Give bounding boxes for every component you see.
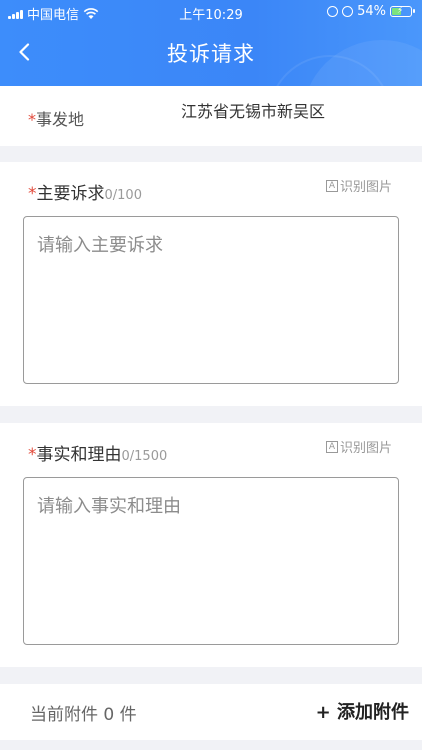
status-bar: 中国电信 上午10:29 54% ⚡ <box>0 0 422 24</box>
battery-icon: ⚡ <box>390 6 415 17</box>
location-section: *事发地 江苏省无锡市新吴区 <box>0 86 422 146</box>
main-request-counter: 0/100 <box>104 188 142 203</box>
text-recognition-icon: A <box>325 179 338 192</box>
location-value[interactable]: 江苏省无锡市新吴区 <box>181 98 325 122</box>
ocr-label: 识别图片 <box>339 441 392 456</box>
facts-label: *事实和理由0/1500 <box>28 440 167 465</box>
status-right: 54% ⚡ <box>327 4 415 19</box>
header: 中国电信 上午10:29 54% ⚡ 投诉请求 <box>0 0 422 86</box>
facts-label-text: 事实和理由 <box>36 445 122 465</box>
main-request-label-text: 主要诉求 <box>36 184 105 204</box>
charging-icon: ⚡ <box>397 6 404 16</box>
main-request-ocr-button[interactable]: A 识别图片 <box>325 176 392 195</box>
required-mark: * <box>28 184 37 204</box>
facts-input[interactable] <box>23 477 399 645</box>
required-mark: * <box>28 445 37 465</box>
location-label-text: 事发地 <box>36 110 85 129</box>
main-request-input[interactable] <box>23 216 399 384</box>
facts-ocr-button[interactable]: A 识别图片 <box>325 437 392 456</box>
attachments-section: 当前附件 0 件 + 添加附件 <box>0 684 422 740</box>
battery-percent: 54% <box>357 4 386 19</box>
page-title: 投诉请求 <box>167 42 255 66</box>
nav-bar: 投诉请求 <box>0 28 422 76</box>
required-mark: * <box>28 110 36 129</box>
main-request-label: *主要诉求0/100 <box>28 179 142 204</box>
main-request-section: *主要诉求0/100 A 识别图片 <box>0 162 422 406</box>
rotation-lock-icon <box>327 6 339 17</box>
facts-counter: 0/1500 <box>121 449 168 464</box>
add-attachment-button[interactable]: + 添加附件 <box>316 698 409 724</box>
text-recognition-icon: A <box>325 440 338 453</box>
attachment-count: 当前附件 0 件 <box>30 705 137 725</box>
ocr-label: 识别图片 <box>339 180 392 195</box>
facts-section: *事实和理由0/1500 A 识别图片 <box>0 423 422 667</box>
location-label: *事发地 <box>28 106 84 130</box>
alarm-icon <box>342 6 354 17</box>
